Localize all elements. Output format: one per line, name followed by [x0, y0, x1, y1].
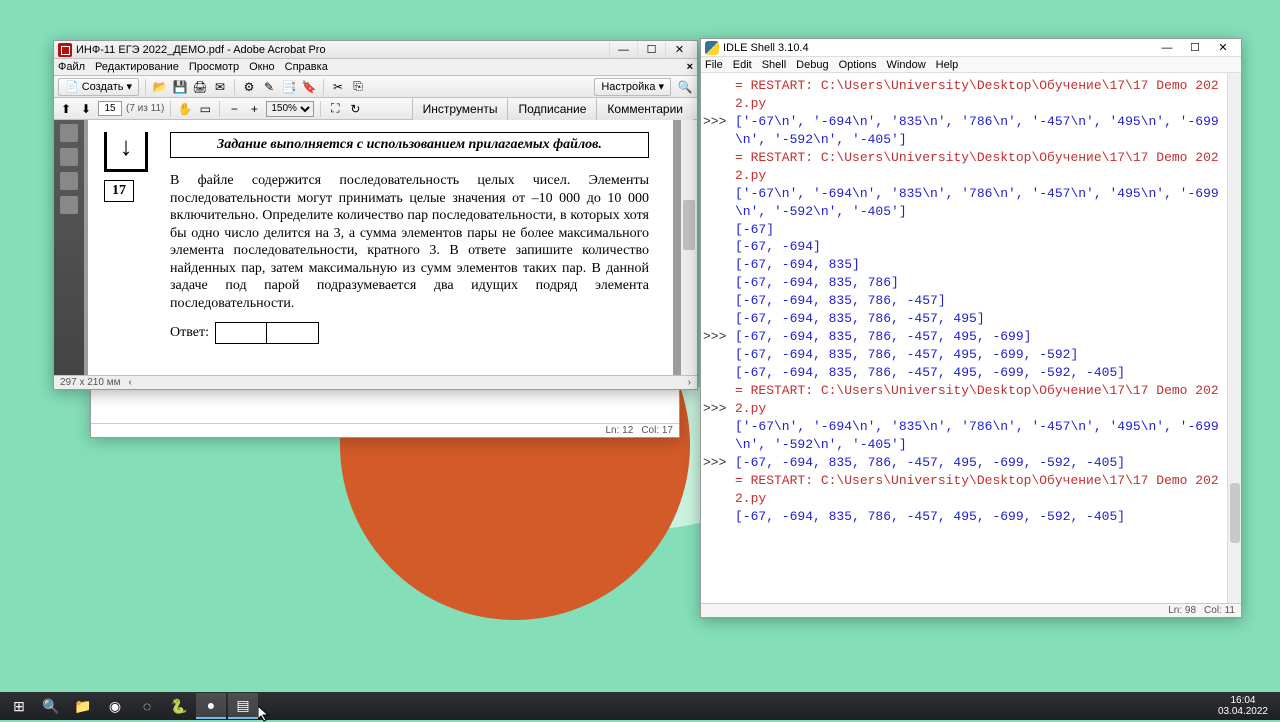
acrobat-scrollbar[interactable] — [681, 120, 697, 375]
idle-menu-window[interactable]: Window — [887, 59, 926, 71]
print-icon[interactable]: 🖨 — [192, 79, 208, 95]
page-down-icon[interactable]: ⬇ — [78, 101, 94, 117]
idle-menu-options[interactable]: Options — [839, 59, 877, 71]
side-sign-icon[interactable] — [60, 196, 78, 214]
hscroll-left-icon[interactable]: ‹ — [128, 377, 131, 388]
page-up-icon[interactable]: ⬆ — [58, 101, 74, 117]
tool-6-icon[interactable]: ⎘ — [350, 79, 366, 95]
rotate-icon[interactable]: ↻ — [347, 101, 363, 117]
pdf-page: Задание выполняется с использованием при… — [88, 120, 673, 375]
taskbar-clock[interactable]: 16:04 03.04.2022 — [1210, 695, 1276, 717]
tool-2-icon[interactable]: ✎ — [261, 79, 277, 95]
zoom-out-icon[interactable]: − — [226, 101, 242, 117]
hscroll-right-icon[interactable]: › — [688, 377, 691, 388]
idle-title-text: IDLE Shell 3.10.4 — [723, 42, 1153, 54]
python-icon[interactable]: 🐍 — [164, 693, 194, 719]
close-button[interactable]: ✕ — [665, 42, 693, 58]
task-header: Задание выполняется с использованием при… — [170, 132, 649, 158]
editor-window-under: Ln: 12 Col: 17 — [90, 388, 680, 438]
acrobat-statusbar: 297 x 210 мм ‹ › — [54, 375, 697, 389]
fit-icon[interactable]: ⛶ — [327, 101, 343, 117]
tool-5-icon[interactable]: ✂ — [330, 79, 346, 95]
side-bookmarks-icon[interactable] — [60, 148, 78, 166]
idle-statusbar: Ln: 98 Col: 11 — [701, 603, 1241, 617]
menu-edit[interactable]: Редактирование — [95, 61, 179, 73]
discord-icon[interactable]: ◌ — [132, 693, 162, 719]
open-icon[interactable]: 📂 — [152, 79, 168, 95]
menu-window[interactable]: Окно — [249, 61, 275, 73]
doc-close-icon[interactable]: × — [687, 61, 693, 73]
page-dims: 297 x 210 мм — [60, 377, 120, 388]
create-button[interactable]: 📄 Создать ▾ — [58, 78, 139, 96]
task-text: В файле содержится последовательность це… — [170, 172, 649, 312]
zoom-select[interactable]: 150% — [266, 101, 314, 117]
tab-tools[interactable]: Инструменты — [412, 98, 508, 120]
answer-boxes — [215, 322, 319, 344]
acrobat-toolbar-2: ⬆ ⬇ (7 из 11) ✋ ▭ − + 150% ⛶ ↻ Инструмен… — [54, 98, 697, 120]
idle-maximize-button[interactable]: ☐ — [1181, 40, 1209, 56]
acrobat-page-area[interactable]: Задание выполняется с использованием при… — [84, 120, 697, 375]
tool-4-icon[interactable]: 🔖 — [301, 79, 317, 95]
idle-menu-shell[interactable]: Shell — [762, 59, 786, 71]
task-number: 17 — [104, 180, 134, 202]
chrome-icon[interactable]: ◉ — [100, 693, 130, 719]
side-attach-icon[interactable] — [60, 172, 78, 190]
clock-date: 03.04.2022 — [1218, 706, 1268, 717]
acrobat-app-icon — [58, 43, 72, 57]
download-icon — [104, 132, 148, 172]
menu-view[interactable]: Просмотр — [189, 61, 239, 73]
acrobat-title-text: ИНФ-11 ЕГЭ 2022_ДЕМО.pdf - Adobe Acrobat… — [76, 44, 609, 56]
idle-menu-edit[interactable]: Edit — [733, 59, 752, 71]
maximize-button[interactable]: ☐ — [637, 42, 665, 58]
explorer-icon[interactable]: 📁 — [68, 693, 98, 719]
tool-3-icon[interactable]: 📑 — [281, 79, 297, 95]
page-number-input[interactable] — [98, 101, 122, 116]
acrobat-menubar: Файл Редактирование Просмотр Окно Справк… — [54, 59, 697, 76]
taskbar: ⊞🔍📁◉◌🐍●▤ 16:04 03.04.2022 — [0, 692, 1280, 720]
zoom-in-icon[interactable]: + — [246, 101, 262, 117]
settings-button[interactable]: Настройка ▾ — [594, 78, 671, 96]
idle-output[interactable]: = RESTART: C:\Users\University\Desktop\О… — [735, 73, 1227, 603]
menu-file[interactable]: Файл — [58, 61, 85, 73]
hand-tool-icon[interactable]: ✋ — [177, 101, 193, 117]
tab-sign[interactable]: Подписание — [507, 98, 596, 120]
answer-label: Ответ: — [170, 325, 209, 341]
start-button[interactable]: ⊞ — [4, 693, 34, 719]
idle-scrollbar-thumb[interactable] — [1230, 483, 1240, 543]
under-col: Col: 17 — [641, 425, 673, 436]
acrobat-window: ИНФ-11 ЕГЭ 2022_ДЕМО.pdf - Adobe Acrobat… — [53, 40, 698, 390]
clock-time: 16:04 — [1218, 695, 1268, 706]
search-icon[interactable]: 🔍 — [677, 79, 693, 95]
idle-prompt-gutter: >>> >>> >>> >>> — [701, 73, 735, 603]
tool-1-icon[interactable]: ⚙ — [241, 79, 257, 95]
scrollbar-thumb[interactable] — [683, 200, 695, 250]
under-ln: Ln: 12 — [606, 425, 634, 436]
menu-help[interactable]: Справка — [285, 61, 328, 73]
acrobat-icon[interactable]: ▤ — [228, 693, 258, 719]
tab-comments[interactable]: Комментарии — [596, 98, 693, 120]
search-button[interactable]: 🔍 — [36, 693, 66, 719]
idle-menu-debug[interactable]: Debug — [796, 59, 828, 71]
acrobat-toolbar-1: 📄 Создать ▾ 📂 💾 🖨 ✉ ⚙ ✎ 📑 🔖 ✂ ⎘ Настройк… — [54, 76, 697, 98]
acrobat-sidebar — [54, 120, 84, 375]
obs-icon[interactable]: ● — [196, 693, 226, 719]
idle-ln: Ln: 98 — [1168, 605, 1196, 616]
idle-col: Col: 11 — [1204, 605, 1235, 616]
mail-icon[interactable]: ✉ — [212, 79, 228, 95]
page-total: (7 из 11) — [126, 103, 164, 114]
idle-menu-help[interactable]: Help — [936, 59, 959, 71]
python-app-icon — [705, 41, 719, 55]
side-pages-icon[interactable] — [60, 124, 78, 142]
idle-close-button[interactable]: ✕ — [1209, 40, 1237, 56]
select-tool-icon[interactable]: ▭ — [197, 101, 213, 117]
save-icon[interactable]: 💾 — [172, 79, 188, 95]
idle-scrollbar[interactable] — [1227, 73, 1241, 603]
idle-menubar: File Edit Shell Debug Options Window Hel… — [701, 57, 1241, 73]
minimize-button[interactable]: — — [609, 42, 637, 58]
idle-window: IDLE Shell 3.10.4 — ☐ ✕ File Edit Shell … — [700, 38, 1242, 618]
idle-titlebar[interactable]: IDLE Shell 3.10.4 — ☐ ✕ — [701, 39, 1241, 57]
idle-menu-file[interactable]: File — [705, 59, 723, 71]
acrobat-titlebar[interactable]: ИНФ-11 ЕГЭ 2022_ДЕМО.pdf - Adobe Acrobat… — [54, 41, 697, 59]
idle-minimize-button[interactable]: — — [1153, 40, 1181, 56]
